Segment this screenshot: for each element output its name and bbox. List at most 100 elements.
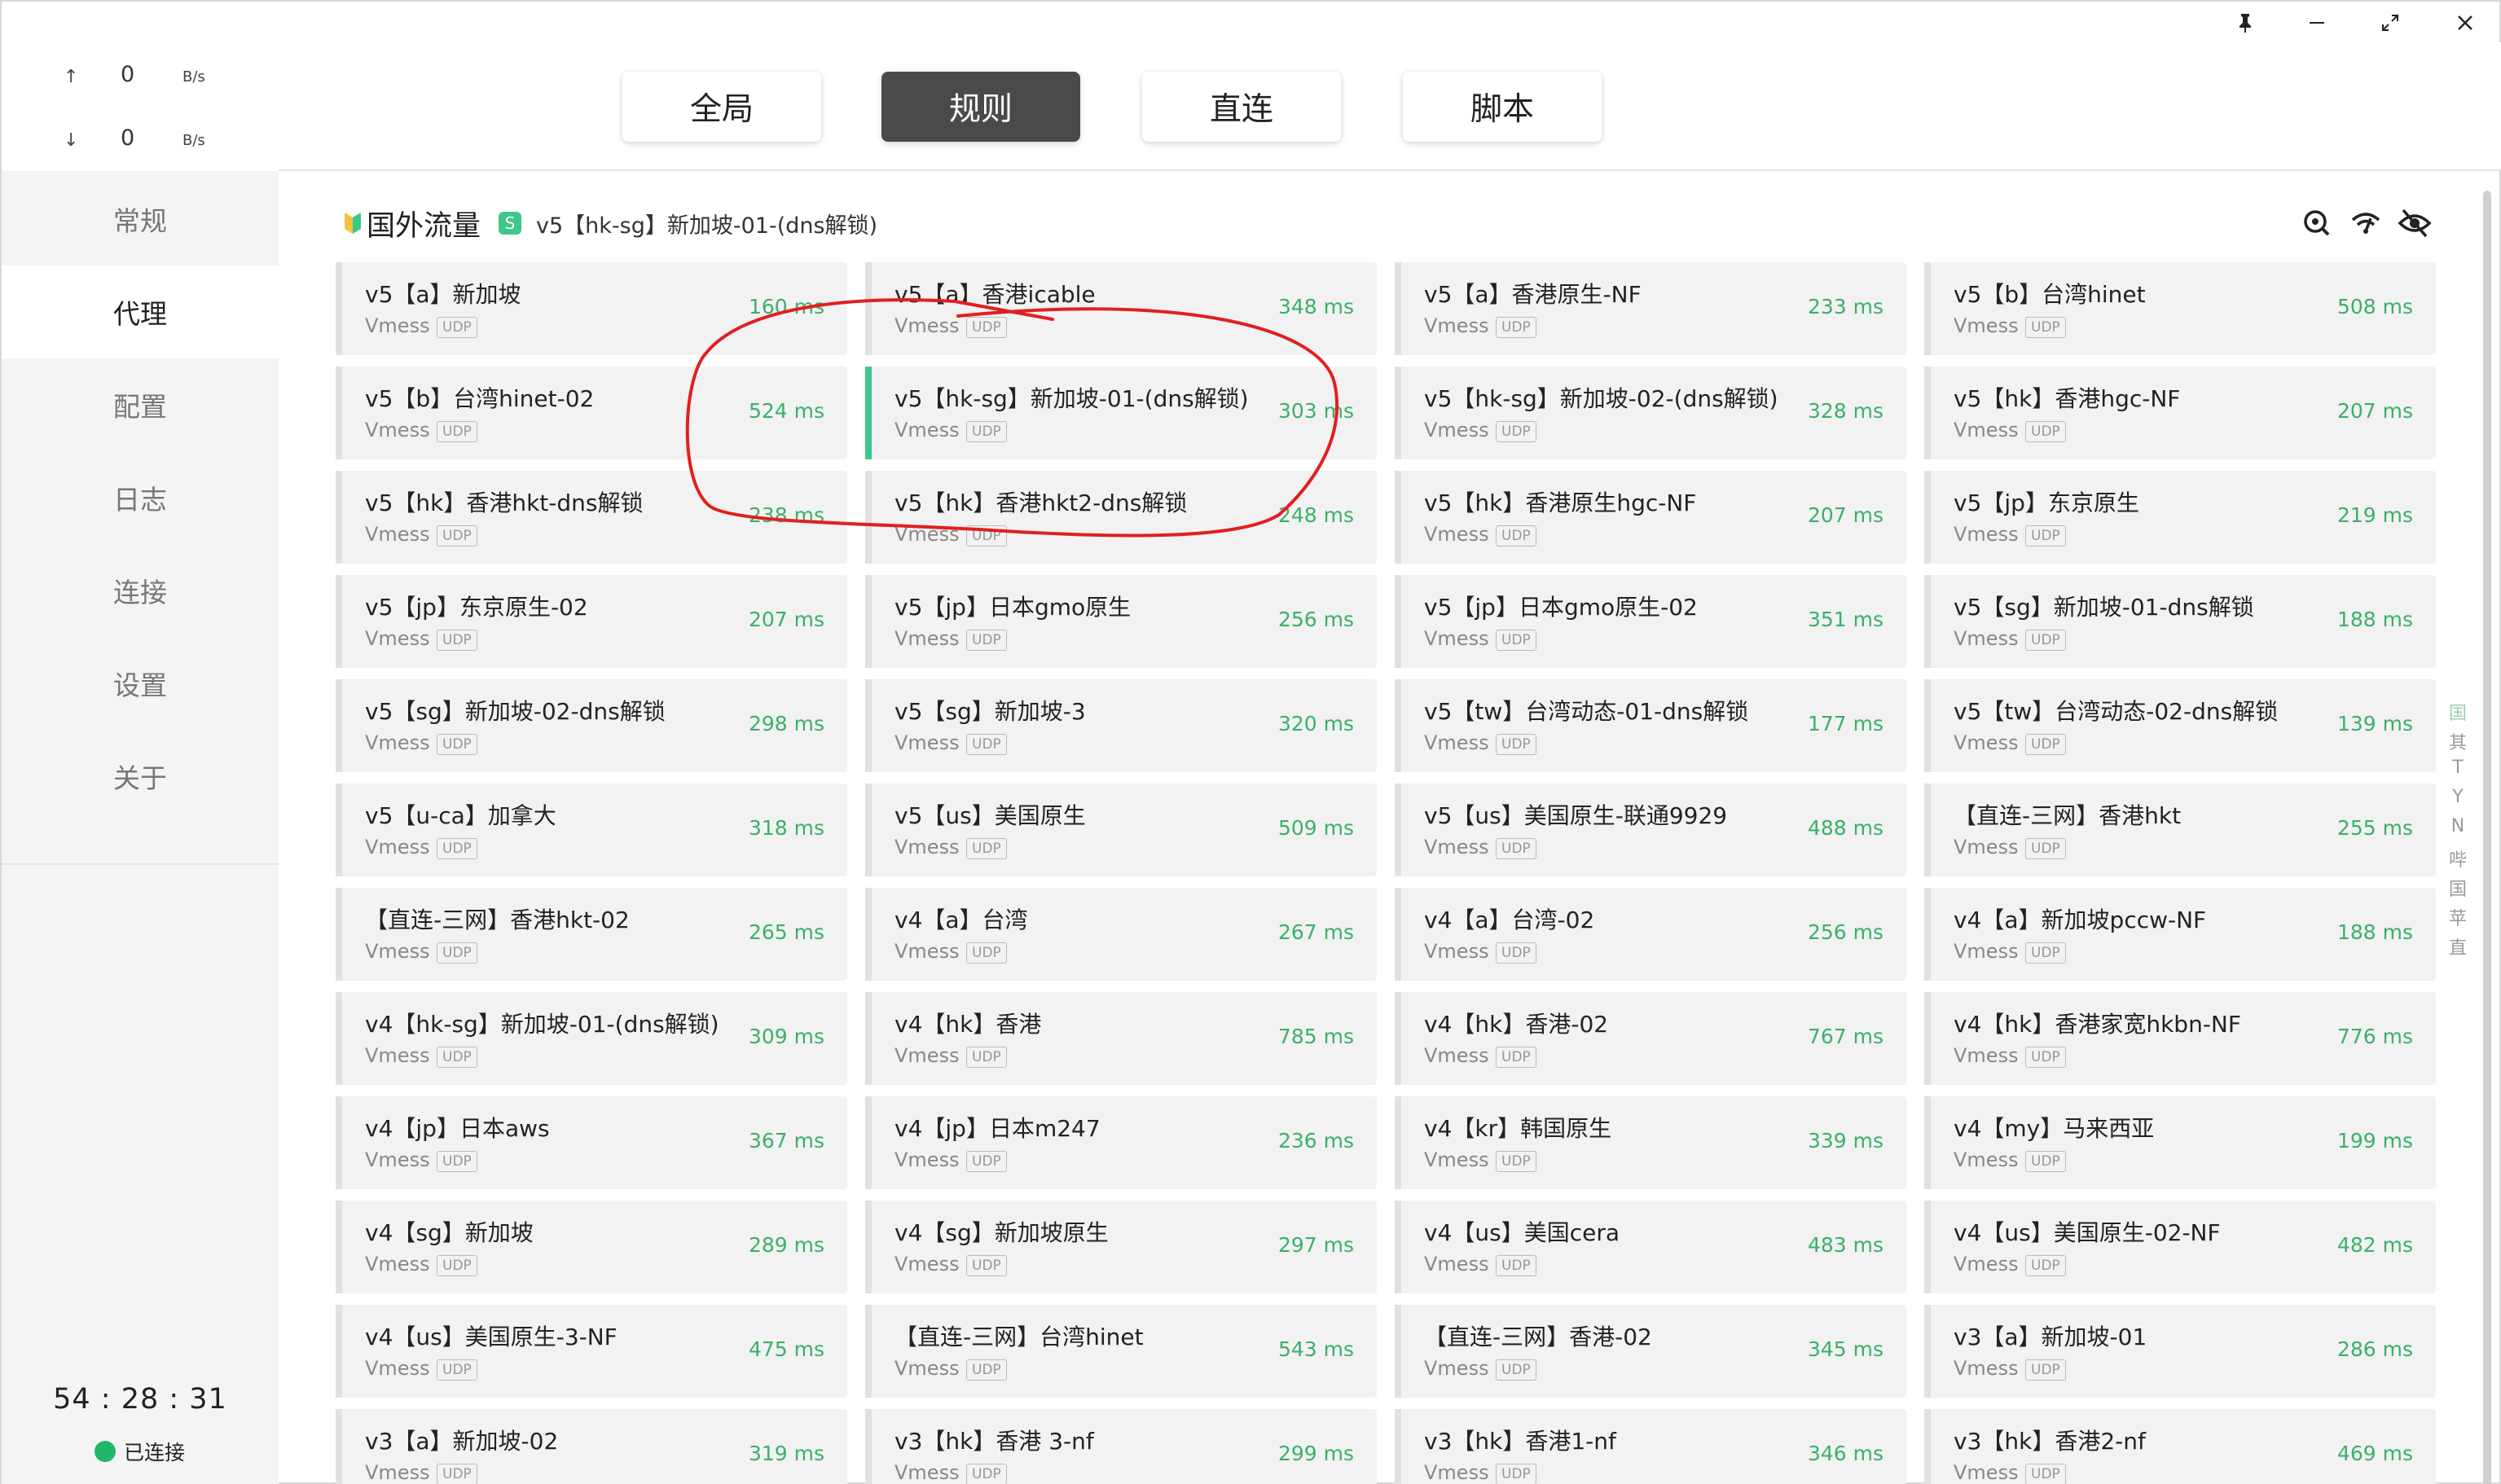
delay-test[interactable]: 320 ms	[1278, 712, 1354, 735]
delay-test[interactable]: 199 ms	[2337, 1129, 2413, 1153]
delay-test[interactable]: 367 ms	[749, 1129, 824, 1153]
proxy-card[interactable]: v5【sg】新加坡-02-dns解锁 Vmess UDP 298 ms	[336, 679, 847, 772]
delay-test[interactable]: 256 ms	[1808, 920, 1883, 944]
delay-test[interactable]: 776 ms	[2337, 1025, 2413, 1048]
delay-test[interactable]: 488 ms	[1808, 816, 1883, 840]
sidebar-item-4[interactable]: 连接	[2, 544, 279, 637]
proxy-card[interactable]: 【直连-三网】台湾hinet Vmess UDP 543 ms	[865, 1305, 1377, 1398]
proxy-card[interactable]: v5【jp】东京原生 Vmess UDP 219 ms	[1924, 471, 2436, 564]
delay-test[interactable]: 339 ms	[1808, 1129, 1883, 1153]
delay-test[interactable]: 238 ms	[749, 503, 824, 527]
proxy-card[interactable]: v3【hk】香港 3-nf Vmess UDP 299 ms	[865, 1409, 1377, 1484]
index-letter[interactable]: Y	[2446, 787, 2470, 816]
delay-test[interactable]: 207 ms	[2337, 399, 2413, 423]
proxy-card[interactable]: v3【a】新加坡-01 Vmess UDP 286 ms	[1924, 1305, 2436, 1398]
proxy-card[interactable]: v4【hk】香港家宽hkbn-NF Vmess UDP 776 ms	[1924, 992, 2436, 1085]
proxy-card[interactable]: v5【hk】香港原生hgc-NF Vmess UDP 207 ms	[1395, 471, 1906, 564]
delay-test[interactable]: 219 ms	[2337, 503, 2413, 527]
delay-test[interactable]: 177 ms	[1808, 712, 1883, 735]
proxy-card[interactable]: v3【hk】香港2-nf Vmess UDP 469 ms	[1924, 1409, 2436, 1484]
proxy-card[interactable]: 【直连-三网】香港-02 Vmess UDP 345 ms	[1395, 1305, 1906, 1398]
eye-off-icon[interactable]	[2395, 205, 2434, 241]
sidebar-item-1[interactable]: 代理	[2, 266, 279, 358]
proxy-card[interactable]: v4【a】新加坡pccw-NF Vmess UDP 188 ms	[1924, 888, 2436, 981]
index-letter[interactable]: 苹	[2446, 904, 2470, 933]
proxy-card[interactable]: v5【hk】香港hkt-dns解锁 Vmess UDP 238 ms	[336, 471, 847, 564]
proxy-card[interactable]: v5【hk】香港hkt2-dns解锁 Vmess UDP 248 ms	[865, 471, 1377, 564]
location-search-icon[interactable]	[2297, 205, 2336, 241]
delay-test[interactable]: 469 ms	[2337, 1442, 2413, 1465]
proxy-card[interactable]: v5【jp】日本gmo原生-02 Vmess UDP 351 ms	[1395, 575, 1906, 668]
minimize-icon[interactable]	[2294, 5, 2340, 41]
index-letter[interactable]: 哔	[2446, 845, 2470, 875]
delay-test[interactable]: 207 ms	[749, 608, 824, 631]
delay-test[interactable]: 299 ms	[1278, 1442, 1354, 1465]
proxy-card[interactable]: 【直连-三网】香港hkt-02 Vmess UDP 265 ms	[336, 888, 847, 981]
delay-test[interactable]: 139 ms	[2337, 712, 2413, 735]
proxy-card[interactable]: v4【us】美国原生-02-NF Vmess UDP 482 ms	[1924, 1201, 2436, 1293]
index-letter[interactable]: 其	[2446, 728, 2470, 757]
delay-test[interactable]: 298 ms	[749, 712, 824, 735]
sidebar-item-5[interactable]: 设置	[2, 637, 279, 730]
delay-test[interactable]: 345 ms	[1808, 1337, 1883, 1361]
delay-test[interactable]: 265 ms	[749, 920, 824, 944]
proxy-card[interactable]: v5【jp】日本gmo原生 Vmess UDP 256 ms	[865, 575, 1377, 668]
proxy-card[interactable]: v4【hk-sg】新加坡-01-(dns解锁) Vmess UDP 309 ms	[336, 992, 847, 1085]
proxy-card[interactable]: v5【a】新加坡 Vmess UDP 160 ms	[336, 262, 847, 355]
delay-test[interactable]: 524 ms	[749, 399, 824, 423]
sidebar-item-2[interactable]: 配置	[2, 358, 279, 451]
proxy-card[interactable]: v4【sg】新加坡 Vmess UDP 289 ms	[336, 1201, 847, 1293]
delay-test[interactable]: 248 ms	[1278, 503, 1354, 527]
proxy-card[interactable]: v4【sg】新加坡原生 Vmess UDP 297 ms	[865, 1201, 1377, 1293]
proxy-card[interactable]: v5【u-ca】加拿大 Vmess UDP 318 ms	[336, 784, 847, 876]
delay-test[interactable]: 508 ms	[2337, 295, 2413, 318]
proxy-card[interactable]: v5【a】香港原生-NF Vmess UDP 233 ms	[1395, 262, 1906, 355]
delay-test[interactable]: 483 ms	[1808, 1233, 1883, 1257]
proxy-card[interactable]: v5【hk-sg】新加坡-02-(dns解锁) Vmess UDP 328 ms	[1395, 367, 1906, 459]
sidebar-item-6[interactable]: 关于	[2, 730, 279, 823]
delay-test[interactable]: 346 ms	[1808, 1442, 1883, 1465]
proxy-card[interactable]: v5【tw】台湾动态-01-dns解锁 Vmess UDP 177 ms	[1395, 679, 1906, 772]
index-letter[interactable]: N	[2446, 816, 2470, 845]
proxy-card[interactable]: 【直连-三网】香港hkt Vmess UDP 255 ms	[1924, 784, 2436, 876]
mode-button-0[interactable]: 全局	[622, 72, 821, 142]
proxy-card[interactable]: v4【jp】日本m247 Vmess UDP 236 ms	[865, 1096, 1377, 1189]
index-letter[interactable]: 国	[2446, 699, 2470, 728]
proxy-card[interactable]: v5【sg】新加坡-01-dns解锁 Vmess UDP 188 ms	[1924, 575, 2436, 668]
delay-test[interactable]: 256 ms	[1278, 608, 1354, 631]
delay-test[interactable]: 207 ms	[1808, 503, 1883, 527]
proxy-card[interactable]: v4【hk】香港 Vmess UDP 785 ms	[865, 992, 1377, 1085]
proxy-card[interactable]: v4【jp】日本aws Vmess UDP 367 ms	[336, 1096, 847, 1189]
delay-test[interactable]: 475 ms	[749, 1337, 824, 1361]
delay-test[interactable]: 303 ms	[1278, 399, 1354, 423]
proxy-card[interactable]: v5【b】台湾hinet Vmess UDP 508 ms	[1924, 262, 2436, 355]
delay-test[interactable]: 785 ms	[1278, 1025, 1354, 1048]
delay-test[interactable]: 289 ms	[749, 1233, 824, 1257]
close-icon[interactable]	[2442, 5, 2488, 41]
delay-test[interactable]: 348 ms	[1278, 295, 1354, 318]
proxy-card[interactable]: v4【a】台湾 Vmess UDP 267 ms	[865, 888, 1377, 981]
delay-test[interactable]: 255 ms	[2337, 816, 2413, 840]
proxy-card[interactable]: v5【us】美国原生-联通9929 Vmess UDP 488 ms	[1395, 784, 1906, 876]
sidebar-item-3[interactable]: 日志	[2, 451, 279, 544]
index-letter[interactable]: 国	[2446, 875, 2470, 904]
delay-test[interactable]: 188 ms	[2337, 608, 2413, 631]
pin-icon[interactable]	[2222, 5, 2268, 41]
vertical-scrollbar[interactable]	[2481, 191, 2493, 1484]
proxy-card[interactable]: v3【a】新加坡-02 Vmess UDP 319 ms	[336, 1409, 847, 1484]
delay-test[interactable]: 233 ms	[1808, 295, 1883, 318]
maximize-icon[interactable]	[2367, 5, 2413, 41]
delay-test[interactable]: 351 ms	[1808, 608, 1883, 631]
proxy-card[interactable]: v5【tw】台湾动态-02-dns解锁 Vmess UDP 139 ms	[1924, 679, 2436, 772]
proxy-card[interactable]: v3【hk】香港1-nf Vmess UDP 346 ms	[1395, 1409, 1906, 1484]
proxy-card[interactable]: v4【a】台湾-02 Vmess UDP 256 ms	[1395, 888, 1906, 981]
delay-test[interactable]: 160 ms	[749, 295, 824, 318]
proxy-card[interactable]: v4【my】马来西亚 Vmess UDP 199 ms	[1924, 1096, 2436, 1189]
proxy-card[interactable]: v5【hk-sg】新加坡-01-(dns解锁) Vmess UDP 303 ms	[865, 367, 1377, 459]
delay-test[interactable]: 297 ms	[1278, 1233, 1354, 1257]
scrollbar-thumb[interactable]	[2483, 191, 2491, 1484]
mode-button-1[interactable]: 规则	[881, 72, 1080, 142]
proxy-card[interactable]: v4【hk】香港-02 Vmess UDP 767 ms	[1395, 992, 1906, 1085]
index-letter[interactable]: 直	[2446, 933, 2470, 963]
delay-test[interactable]: 309 ms	[749, 1025, 824, 1048]
